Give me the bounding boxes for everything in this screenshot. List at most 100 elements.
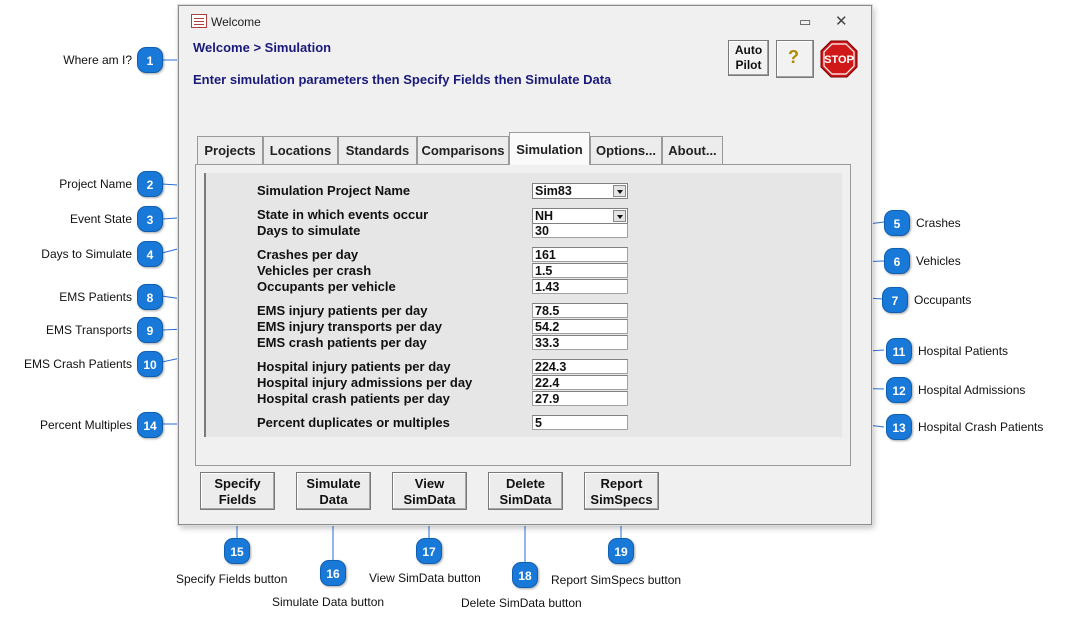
callout-badge-13: 13 [886, 414, 912, 440]
hospital-crash-field[interactable]: 27.9 [532, 391, 628, 406]
occupants-field[interactable]: 1.43 [532, 279, 628, 294]
ems-crash-label: EMS crash patients per day [257, 335, 427, 350]
callout-label-18: Delete SimData button [461, 596, 582, 610]
specify-fields-label-2: Fields [218, 492, 257, 507]
chevron-down-icon[interactable] [613, 210, 626, 222]
specify-fields-button[interactable]: Specify Fields [200, 472, 275, 510]
help-icon: ? [788, 47, 799, 67]
project-name-label: Simulation Project Name [257, 183, 411, 198]
ems-transports-field[interactable]: 54.2 [532, 319, 628, 334]
specify-fields-label-1: Specify [214, 476, 261, 491]
percent-multiples-label: Percent duplicates or multiples [257, 415, 450, 430]
callout-badge-5: 5 [884, 210, 910, 236]
callout-label-14: Percent Multiples [39, 418, 132, 432]
hospital-patients-field[interactable]: 224.3 [532, 359, 628, 374]
callout-badge-11: 11 [886, 338, 912, 364]
tab-locations[interactable]: Locations [263, 136, 338, 164]
title-bar: Welcome ▭ ✕ [179, 6, 871, 36]
days-label: Days to simulate [257, 223, 361, 238]
callout-label-2: Project Name [59, 177, 132, 191]
callout-badge-6: 6 [884, 248, 910, 274]
crashes-label: Crashes per day [257, 247, 359, 262]
delete-simdata-button[interactable]: Delete SimData [488, 472, 563, 510]
callout-label-15: Specify Fields button [176, 572, 288, 586]
callout-badge-19: 19 [608, 538, 634, 564]
tab-options[interactable]: Options... [590, 136, 662, 164]
callout-badge-1: 1 [137, 47, 163, 73]
callout-label-19: Report SimSpecs button [551, 573, 682, 587]
ems-patients-field[interactable]: 78.5 [532, 303, 628, 318]
breadcrumb: Welcome > Simulation [193, 40, 332, 55]
minimize-button[interactable]: ▭ [799, 14, 811, 30]
project-name-select[interactable]: Sim83 [532, 183, 628, 199]
stop-sign-icon: STOP [820, 40, 858, 78]
tab-projects[interactable]: Projects [197, 136, 263, 164]
report-simspecs-label-2: SimSpecs [590, 492, 653, 507]
callout-label-17: View SimData button [369, 571, 481, 585]
close-button[interactable]: ✕ [835, 12, 848, 30]
callout-label-6: Vehicles [916, 254, 961, 268]
callout-label-16: Simulate Data button [272, 595, 385, 609]
callout-badge-12: 12 [886, 377, 912, 403]
vehicles-field[interactable]: 1.5 [532, 263, 628, 278]
tab-standards[interactable]: Standards [338, 136, 417, 164]
crashes-field[interactable]: 161 [532, 247, 628, 262]
simulate-data-label-2: Data [319, 492, 348, 507]
delete-simdata-label-2: SimData [499, 492, 552, 507]
callout-label-10: EMS Crash Patients [23, 357, 132, 371]
callout-label-8: EMS Patients [59, 290, 132, 304]
days-field[interactable]: 30 [532, 223, 628, 238]
stop-button[interactable]: STOP [820, 40, 858, 78]
ems-transports-label: EMS injury transports per day [257, 319, 442, 334]
callout-badge-2: 2 [137, 171, 163, 197]
vehicles-label: Vehicles per crash [257, 263, 372, 278]
delete-simdata-label-1: Delete [505, 476, 546, 491]
callout-label-13: Hospital Crash Patients [918, 420, 1044, 434]
callout-badge-16: 16 [320, 560, 346, 586]
tab-comparisons[interactable]: Comparisons [417, 136, 509, 164]
callout-label-9: EMS Transports [45, 323, 132, 337]
callout-badge-18: 18 [512, 562, 538, 588]
ems-patients-label: EMS injury patients per day [257, 303, 428, 318]
percent-multiples-field[interactable]: 5 [532, 415, 628, 430]
hospital-admissions-label: Hospital injury admissions per day [257, 375, 473, 390]
simulate-data-button[interactable]: Simulate Data [296, 472, 371, 510]
report-simspecs-button[interactable]: Report SimSpecs [584, 472, 659, 510]
callout-badge-17: 17 [416, 538, 442, 564]
chevron-down-icon[interactable] [613, 185, 626, 197]
callout-badge-4: 4 [137, 241, 163, 267]
state-select[interactable]: NH [532, 208, 628, 224]
callout-label-4: Days to Simulate [41, 247, 132, 261]
callout-badge-15: 15 [224, 538, 250, 564]
view-simdata-label-2: SimData [403, 492, 456, 507]
state-value: NH [535, 209, 554, 223]
callout-badge-10: 10 [137, 351, 163, 377]
state-label: State in which events occur [257, 207, 429, 222]
callout-badge-7: 7 [882, 287, 908, 313]
hospital-admissions-field[interactable]: 22.4 [532, 375, 628, 390]
callout-label-12: Hospital Admissions [918, 383, 1026, 397]
instruction-text: Enter simulation parameters then Specify… [193, 72, 612, 87]
callout-label-7: Occupants [914, 293, 972, 307]
callout-label-1: Where am I? [63, 53, 132, 67]
project-name-value: Sim83 [535, 184, 572, 198]
view-simdata-button[interactable]: View SimData [392, 472, 467, 510]
help-button[interactable]: ? [776, 40, 814, 78]
callout-badge-14: 14 [137, 412, 163, 438]
tab-about[interactable]: About... [662, 136, 723, 164]
view-simdata-label-1: View [414, 476, 445, 491]
ems-crash-field[interactable]: 33.3 [532, 335, 628, 350]
welcome-window: Welcome ▭ ✕ Welcome > Simulation Enter s… [178, 5, 872, 525]
window-title: Welcome [211, 15, 261, 29]
callout-label-3: Event State [69, 212, 132, 226]
callout-badge-8: 8 [137, 284, 163, 310]
hospital-patients-label: Hospital injury patients per day [257, 359, 451, 374]
autopilot-label-1: Auto [734, 43, 763, 57]
report-simspecs-label-1: Report [600, 476, 643, 491]
tab-simulation[interactable]: Simulation [509, 132, 590, 165]
stop-label: STOP [824, 54, 854, 66]
autopilot-button[interactable]: Auto Pilot [728, 40, 769, 76]
callout-label-11: Hospital Patients [918, 344, 1009, 358]
form-icon [191, 14, 207, 28]
occupants-label: Occupants per vehicle [257, 279, 396, 294]
